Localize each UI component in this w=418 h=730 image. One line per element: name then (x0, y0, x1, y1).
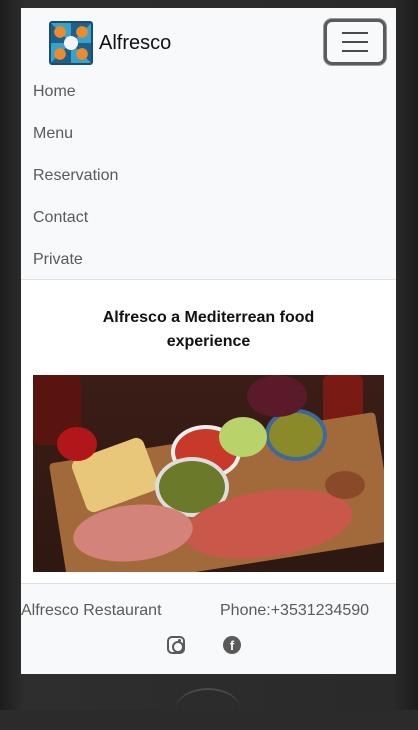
tomatoes-image-part (57, 427, 97, 461)
instagram-icon[interactable] (167, 636, 185, 654)
nav-item-home[interactable]: Home (33, 78, 118, 120)
brand-name: Alfresco (99, 31, 172, 54)
navbar: Alfresco Home Menu Reservation Contact P… (21, 8, 396, 280)
hamburger-menu-icon (342, 32, 368, 34)
device-home-button (176, 688, 240, 730)
hero-section: Alfresco a Mediterrean food experience (21, 280, 396, 354)
nav-item-contact[interactable]: Contact (33, 204, 118, 246)
navbar-toggler-button[interactable] (324, 19, 386, 65)
browser-viewport: Alfresco Home Menu Reservation Contact P… (21, 8, 396, 674)
nav-item-private[interactable]: Private (33, 246, 118, 288)
hamburger-bar (342, 50, 368, 52)
page-title: Alfresco a Mediterrean food experience (102, 309, 315, 350)
grapes-image-part (219, 417, 267, 457)
footer: Alfresco Restaurant Phone:+3531234590 f (21, 583, 396, 674)
footer-phone: Phone:+3531234590 (220, 602, 370, 619)
hamburger-bar (342, 41, 368, 43)
nav-menu: Home Menu Reservation Contact Private (33, 78, 118, 288)
charcuterie-board-image (33, 375, 384, 572)
grapes-image-part (247, 375, 307, 417)
facebook-icon[interactable]: f (223, 636, 241, 654)
brand-link[interactable]: Alfresco (49, 20, 171, 66)
footer-restaurant-name: Alfresco Restaurant (21, 602, 162, 619)
almonds-image-part (325, 471, 365, 499)
nav-item-reservation[interactable]: Reservation (33, 162, 118, 204)
nav-item-menu[interactable]: Menu (33, 120, 118, 162)
patterned-tile-logo-icon (49, 21, 93, 65)
